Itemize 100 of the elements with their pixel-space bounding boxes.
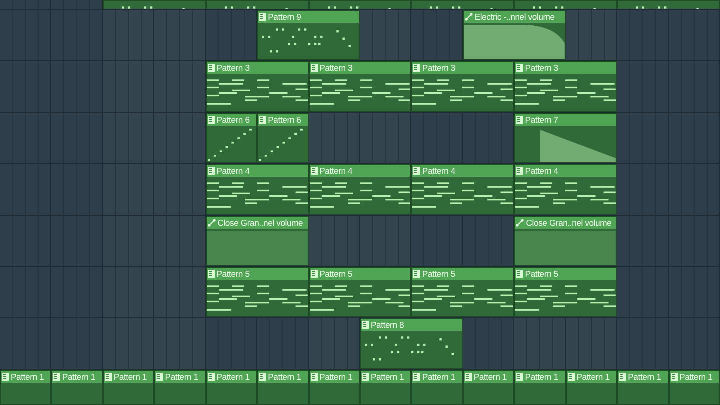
clip-label: Electric -..nnel volume bbox=[474, 11, 555, 23]
clip-block[interactable]: Pattern 1 bbox=[257, 370, 309, 405]
clip-block[interactable]: Pattern 3 bbox=[206, 61, 309, 112]
pattern-icon bbox=[259, 372, 266, 381]
pattern-icon bbox=[568, 372, 575, 381]
clip-block[interactable]: Close Gran..nel volume bbox=[514, 216, 618, 266]
clip-block[interactable]: Pattern 7 bbox=[514, 112, 618, 164]
clip-label: Pattern 1 bbox=[576, 370, 610, 383]
pattern-icon bbox=[362, 321, 369, 330]
pattern-icon bbox=[516, 372, 524, 381]
pattern-icon bbox=[413, 372, 420, 381]
clip-label: Pattern 1 bbox=[525, 370, 558, 383]
automation-curve-icon bbox=[208, 218, 216, 227]
pattern-icon bbox=[413, 270, 420, 278]
clip-block[interactable]: Pattern 1 bbox=[154, 370, 206, 405]
pattern-icon bbox=[208, 167, 215, 176]
clip-block[interactable]: Pattern 1 bbox=[102, 370, 154, 405]
clip-block[interactable]: Pattern 1 bbox=[308, 370, 360, 405]
pattern-icon bbox=[464, 372, 472, 381]
clip-label: Pattern 4 bbox=[422, 165, 456, 178]
clip-label: Pattern 5 bbox=[320, 268, 353, 280]
clip-block[interactable]: Pattern 1 bbox=[206, 370, 258, 405]
clip-block[interactable]: Pattern 8 bbox=[360, 318, 463, 369]
clip-block[interactable]: Pattern 4 bbox=[514, 164, 618, 215]
pattern-icon bbox=[208, 116, 215, 124]
clip-label: Pattern 1 bbox=[216, 370, 250, 383]
clip-label: Pattern 1 bbox=[62, 370, 96, 383]
clip-label: Pattern 5 bbox=[216, 268, 250, 280]
pattern-icon bbox=[310, 270, 318, 278]
clip-block[interactable]: Pattern 1 bbox=[411, 370, 463, 405]
clip-block[interactable]: Pattern 3 bbox=[308, 61, 412, 112]
clip-block[interactable]: Pattern 5 bbox=[514, 266, 618, 318]
clip-label: Pattern 9 bbox=[268, 11, 302, 23]
clip-label: Pattern 1 bbox=[628, 370, 662, 383]
clip-block[interactable]: Pattern 5 bbox=[206, 266, 309, 318]
clip-block[interactable]: Pattern 1 bbox=[617, 370, 669, 405]
clip-block[interactable]: Pattern 3 bbox=[411, 61, 514, 112]
clip-label: Pattern 3 bbox=[422, 62, 456, 74]
clip-label: Pattern 6 bbox=[216, 114, 250, 126]
automation-curve-icon bbox=[464, 13, 473, 21]
clip-block[interactable]: Pattern 6 bbox=[257, 112, 309, 164]
pattern-icon bbox=[362, 372, 369, 381]
pattern-icon bbox=[104, 372, 112, 381]
clip-label: Pattern 1 bbox=[474, 370, 507, 383]
automation-curve-icon bbox=[516, 218, 524, 227]
clip-block[interactable]: Pattern 5 bbox=[308, 266, 412, 318]
clip-label: Pattern 1 bbox=[370, 370, 404, 383]
clip-label: Close Gran..nel volume bbox=[526, 216, 612, 229]
clip-block[interactable]: Electric -..nnel volume bbox=[462, 10, 566, 60]
pattern-icon bbox=[670, 372, 678, 381]
clip-label: Pattern 4 bbox=[216, 165, 250, 178]
clip-label: Pattern 5 bbox=[422, 268, 456, 280]
pattern-icon bbox=[516, 270, 524, 278]
clip-label: Pattern 3 bbox=[320, 62, 353, 74]
pattern-icon bbox=[516, 64, 524, 72]
clip-label: Pattern 5 bbox=[525, 268, 558, 280]
pattern-icon bbox=[208, 64, 215, 72]
pattern-icon bbox=[53, 372, 60, 381]
clip-label: Pattern 3 bbox=[216, 62, 250, 74]
pattern-icon bbox=[259, 116, 266, 124]
clip-block[interactable]: Pattern 4 bbox=[411, 164, 514, 215]
pattern-icon bbox=[619, 372, 626, 381]
clip-block[interactable]: Pattern 6 bbox=[206, 112, 258, 164]
clip-label: Pattern 1 bbox=[11, 370, 44, 383]
pattern-icon bbox=[310, 64, 318, 72]
clip-label: Pattern 1 bbox=[320, 370, 353, 383]
clip-label: Pattern 1 bbox=[680, 370, 713, 383]
clip-block[interactable]: Pattern 1 bbox=[360, 370, 412, 405]
clip-block[interactable]: Pattern 9 bbox=[257, 10, 360, 60]
clip-label: Pattern 4 bbox=[525, 165, 558, 178]
clip-block[interactable]: Pattern 3 bbox=[514, 61, 618, 112]
pattern-icon bbox=[156, 372, 164, 381]
pattern-icon bbox=[310, 372, 318, 381]
clip-block[interactable]: Pattern 1 bbox=[462, 370, 514, 405]
clip-label: Pattern 1 bbox=[422, 370, 456, 383]
pattern-icon bbox=[310, 167, 318, 176]
clip-label: Pattern 1 bbox=[114, 370, 147, 383]
clip-label: Pattern 6 bbox=[268, 114, 302, 126]
clip-block[interactable]: Pattern 5 bbox=[411, 266, 514, 318]
clip-label: Pattern 1 bbox=[268, 370, 302, 383]
clip-block[interactable]: Pattern 1 bbox=[566, 370, 618, 405]
pattern-icon bbox=[208, 270, 215, 278]
pattern-icon bbox=[413, 64, 420, 72]
pattern-icon bbox=[2, 372, 9, 381]
clip-block[interactable]: Pattern 4 bbox=[308, 164, 412, 215]
clip-label: Pattern 8 bbox=[370, 319, 404, 332]
clip-label: Pattern 3 bbox=[525, 62, 558, 74]
pattern-icon bbox=[208, 372, 215, 381]
pattern-icon bbox=[516, 167, 524, 176]
clip-block[interactable]: Close Gran..nel volume bbox=[206, 216, 309, 266]
pattern-icon bbox=[259, 13, 266, 21]
clip-label: Pattern 7 bbox=[525, 114, 558, 126]
clip-block[interactable]: Pattern 1 bbox=[0, 370, 52, 405]
pattern-icon bbox=[516, 116, 524, 124]
clip-block[interactable]: Pattern 1 bbox=[51, 370, 103, 405]
clip-label: Pattern 1 bbox=[165, 370, 198, 383]
clip-block[interactable]: Pattern 1 bbox=[514, 370, 566, 405]
clip-block[interactable]: Pattern 4 bbox=[206, 164, 309, 215]
pattern-icon bbox=[413, 167, 420, 176]
clip-block[interactable]: Pattern 1 bbox=[668, 370, 720, 405]
